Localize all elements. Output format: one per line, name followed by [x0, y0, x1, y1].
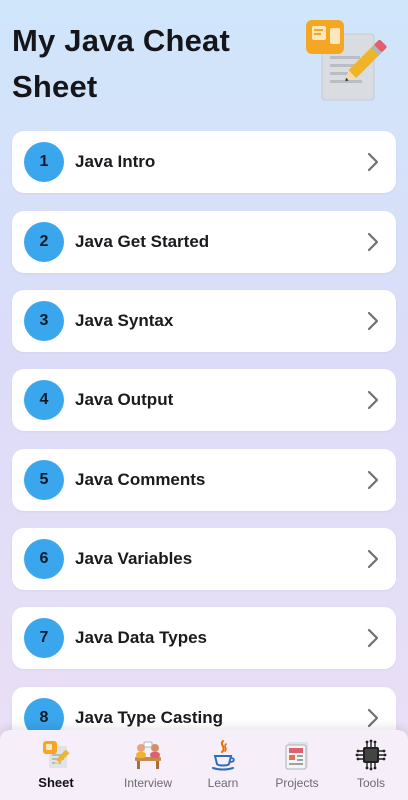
nav-label-interview: Interview — [123, 776, 173, 790]
topic-card[interactable]: 2 Java Get Started — [12, 211, 396, 273]
topic-label: Java Output — [75, 390, 174, 409]
ai-chip-icon — [355, 739, 387, 771]
chevron-right-icon — [367, 311, 379, 331]
topic-number-badge: 7 — [24, 618, 64, 658]
nav-label-projects: Projects — [275, 776, 319, 790]
topic-card[interactable]: 1 Java Intro — [12, 131, 396, 193]
chevron-right-icon — [367, 152, 379, 172]
topic-label: Java Intro — [75, 152, 156, 171]
nav-label-sheet: Sheet — [38, 775, 74, 790]
topic-label: Java Syntax — [75, 311, 174, 330]
nav-item-learn[interactable]: Learn — [183, 730, 263, 800]
topic-number-badge: 3 — [24, 301, 64, 341]
topic-number-badge: 5 — [24, 460, 64, 500]
topic-card[interactable]: 5 Java Comments — [12, 449, 396, 511]
topic-label: Java Comments — [75, 470, 206, 489]
projects-icon — [285, 742, 308, 770]
topic-label: Java Data Types — [75, 628, 207, 647]
nav-item-sheet[interactable]: Sheet — [16, 730, 96, 800]
topic-card[interactable]: 4 Java Output — [12, 369, 396, 431]
topic-card[interactable]: 7 Java Data Types — [12, 607, 396, 669]
topic-card[interactable]: 6 Java Variables — [12, 528, 396, 590]
interview-icon — [135, 741, 161, 769]
chevron-right-icon — [367, 708, 379, 728]
topic-label: Java Variables — [75, 549, 193, 568]
topic-number-badge: 2 — [24, 222, 64, 262]
chevron-right-icon — [367, 628, 379, 648]
topic-list: 1 Java Intro 2 Java Get Started 3 Java S… — [0, 0, 408, 730]
bottom-navigation-bar: Sheet Interview Learn Projects Tools — [0, 730, 408, 800]
topic-number-badge: 1 — [24, 142, 64, 182]
topic-number-badge: 4 — [24, 380, 64, 420]
topic-label: Java Get Started — [75, 232, 210, 251]
topic-label: Java Type Casting — [75, 708, 224, 727]
nav-item-interview[interactable]: Interview — [108, 730, 188, 800]
chevron-right-icon — [367, 470, 379, 490]
chevron-right-icon — [367, 232, 379, 252]
java-cup-icon — [212, 740, 235, 771]
topic-card[interactable]: 3 Java Syntax — [12, 290, 396, 352]
sheet-icon — [43, 741, 70, 768]
nav-item-projects[interactable]: Projects — [257, 730, 337, 800]
nav-item-tools[interactable]: Tools — [331, 730, 408, 800]
nav-label-tools: Tools — [356, 776, 385, 790]
chevron-right-icon — [367, 549, 379, 569]
topic-number-badge: 6 — [24, 539, 64, 579]
topic-number-badge: 8 — [24, 698, 64, 730]
topic-card[interactable]: 8 Java Type Casting — [12, 687, 396, 730]
nav-label-learn: Learn — [207, 776, 239, 790]
chevron-right-icon — [367, 390, 379, 410]
